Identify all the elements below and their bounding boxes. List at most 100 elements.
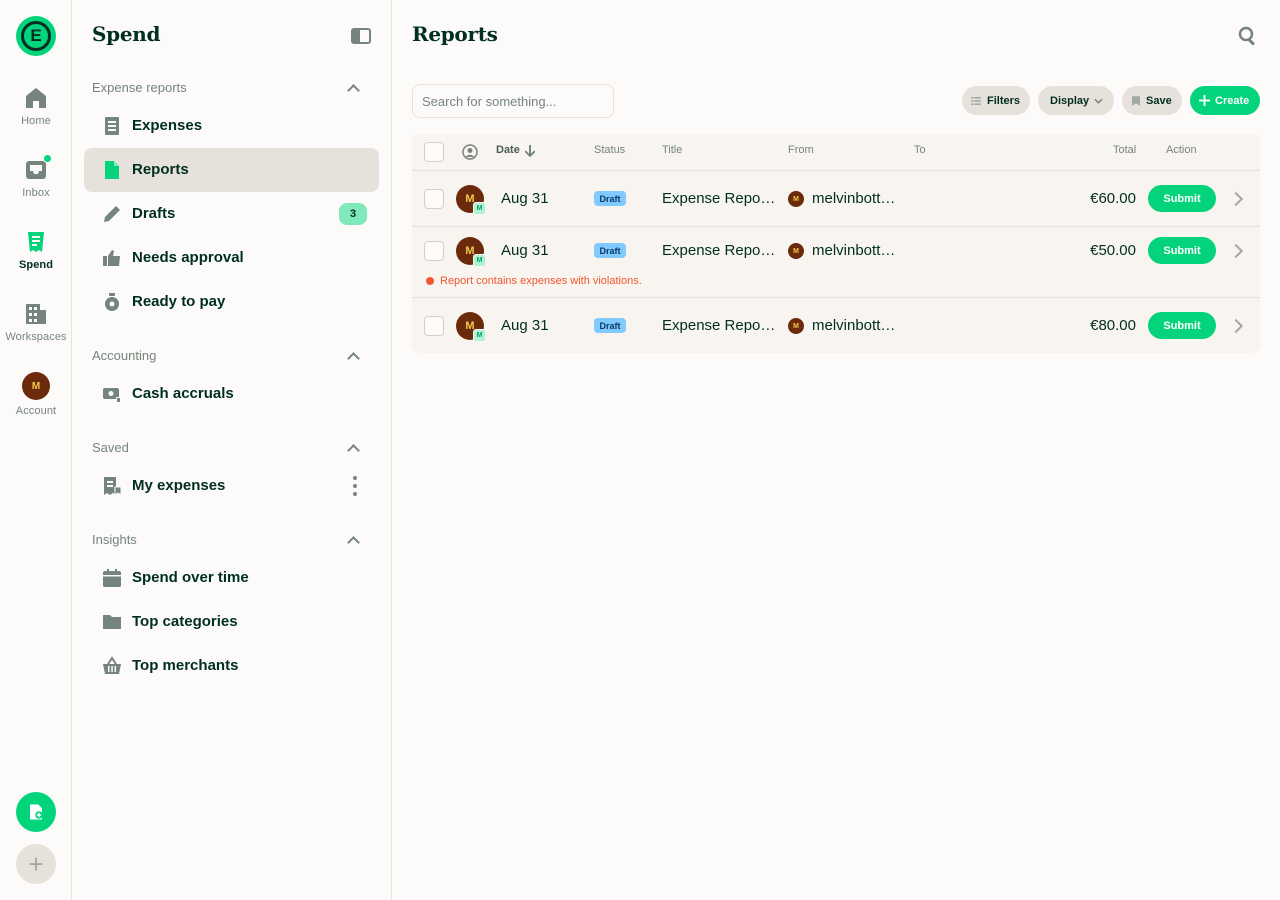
column-header-to[interactable]: To <box>914 144 926 156</box>
sidebar-item-drafts[interactable]: Drafts 3 <box>84 192 379 236</box>
column-header-from[interactable]: From <box>788 144 814 156</box>
receipt-icon <box>28 232 44 252</box>
sidebar-item-top-categories[interactable]: Top categories <box>84 600 379 644</box>
sidebar-item-top-merchants[interactable]: Top merchants <box>84 644 379 688</box>
column-header-date[interactable]: Date <box>496 144 520 156</box>
reports-main: Reports Filters Display Save Create Date… <box>392 0 1280 900</box>
row-checkbox[interactable] <box>424 316 444 336</box>
basket-icon <box>103 656 121 674</box>
section-heading-expense-reports: Expense reports <box>92 80 187 95</box>
row-divider <box>412 226 1260 227</box>
rail-item-workspaces[interactable]: Workspaces <box>0 302 72 343</box>
new-report-button[interactable] <box>16 792 56 832</box>
status-badge: Draft <box>594 318 626 333</box>
rail-item-inbox[interactable]: Inbox <box>0 154 72 199</box>
row-divider <box>412 297 1260 298</box>
submit-button[interactable]: Submit <box>1148 237 1216 264</box>
violation-dot-icon <box>426 277 434 285</box>
from-avatar: M <box>788 318 804 334</box>
sidebar-item-label: My expenses <box>132 477 226 494</box>
sidebar-item-label: Drafts <box>132 205 176 222</box>
sidebar-item-reports[interactable]: Reports <box>84 148 379 192</box>
thumbs-up-icon <box>103 250 120 266</box>
submit-button[interactable]: Submit <box>1148 312 1216 339</box>
row-checkbox[interactable] <box>424 189 444 209</box>
more-options-icon[interactable] <box>353 476 357 496</box>
column-header-total[interactable]: Total <box>1113 144 1136 156</box>
column-header-title[interactable]: Title <box>662 144 682 156</box>
collapse-sidebar-icon[interactable] <box>351 28 371 44</box>
unread-dot <box>43 154 52 163</box>
logo-letter: E <box>21 21 51 51</box>
create-button[interactable]: Create <box>1190 86 1260 115</box>
building-icon <box>26 304 46 324</box>
row-date: Aug 31 <box>501 190 549 207</box>
rail-label-account: Account <box>15 405 57 417</box>
sort-descending-icon[interactable] <box>525 145 535 157</box>
status-badge: Draft <box>594 243 626 258</box>
sidebar-item-label: Top categories <box>132 613 238 630</box>
row-divider <box>412 170 1260 171</box>
pencil-icon <box>104 206 120 222</box>
chevron-up-icon[interactable] <box>347 82 359 94</box>
sidebar-item-label: Spend over time <box>132 569 249 586</box>
submit-button[interactable]: Submit <box>1148 185 1216 212</box>
display-button[interactable]: Display <box>1038 86 1114 115</box>
user-column-icon <box>462 144 478 160</box>
row-total: €50.00 <box>1090 242 1136 259</box>
row-checkbox[interactable] <box>424 241 444 261</box>
chevron-up-icon[interactable] <box>347 442 359 454</box>
account-avatar: M <box>22 372 50 400</box>
expensify-logo[interactable]: E <box>16 16 56 56</box>
sidebar-item-label: Reports <box>132 161 189 178</box>
rail-item-spend[interactable]: Spend <box>0 230 72 271</box>
violation-text: Report contains expenses with violations… <box>440 275 642 287</box>
search-input[interactable] <box>412 84 614 118</box>
column-header-status[interactable]: Status <box>594 144 625 156</box>
sidebar-item-label: Cash accruals <box>132 385 234 402</box>
row-date: Aug 31 <box>501 317 549 334</box>
folder-icon <box>103 615 121 629</box>
row-from: melvinbottema <box>812 242 902 259</box>
sidebar-item-ready-to-pay[interactable]: Ready to pay <box>84 280 379 324</box>
sidebar-item-expenses[interactable]: Expenses <box>84 104 379 148</box>
chevron-up-icon[interactable] <box>347 350 359 362</box>
chevron-down-icon <box>1094 98 1103 104</box>
add-button[interactable]: + <box>16 844 56 884</box>
row-total: €60.00 <box>1090 190 1136 207</box>
row-title: Expense Report #R00lHsdxNfT0 <box>662 317 778 334</box>
document-list-icon <box>105 117 119 135</box>
column-header-action: Action <box>1166 144 1197 156</box>
chevron-up-icon[interactable] <box>347 534 359 546</box>
sidebar-item-spend-over-time[interactable]: Spend over time <box>84 556 379 600</box>
filters-button[interactable]: Filters <box>962 86 1030 115</box>
row-title: Expense Report #R00lHsdxNfS9 <box>662 242 778 259</box>
section-heading-insights: Insights <box>92 532 137 547</box>
status-badge: Draft <box>594 191 626 206</box>
row-from: melvinbottema <box>812 317 902 334</box>
rail-item-account[interactable]: M Account <box>0 372 72 417</box>
page-title: Reports <box>412 22 498 46</box>
save-search-button[interactable]: Save <box>1122 86 1182 115</box>
sidebar-title: Spend <box>92 22 161 46</box>
sidebar-item-my-expenses[interactable]: My expenses <box>84 464 379 508</box>
inbox-icon <box>24 154 52 182</box>
global-nav-rail: E Home Inbox Spend Workspaces M Account … <box>0 0 72 900</box>
plus-icon <box>1199 95 1210 106</box>
search-icon[interactable] <box>1238 26 1258 46</box>
sidebar-item-label: Top merchants <box>132 657 239 674</box>
sidebar-item-label: Ready to pay <box>132 293 226 310</box>
create-label: Create <box>1215 94 1250 107</box>
drafts-count-badge: 3 <box>339 203 367 225</box>
select-all-checkbox[interactable] <box>424 142 444 162</box>
from-avatar: M <box>788 243 804 259</box>
sidebar-item-cash-accruals[interactable]: Cash accruals <box>84 372 379 416</box>
rail-item-home[interactable]: Home <box>0 86 72 127</box>
row-from: melvinbottema <box>812 190 902 207</box>
new-report-icon <box>30 804 43 820</box>
calendar-icon <box>103 569 121 587</box>
save-label: Save <box>1146 94 1172 107</box>
rail-label-home: Home <box>21 115 51 127</box>
sidebar-item-needs-approval[interactable]: Needs approval <box>84 236 379 280</box>
rail-label-workspaces: Workspaces <box>5 331 67 343</box>
